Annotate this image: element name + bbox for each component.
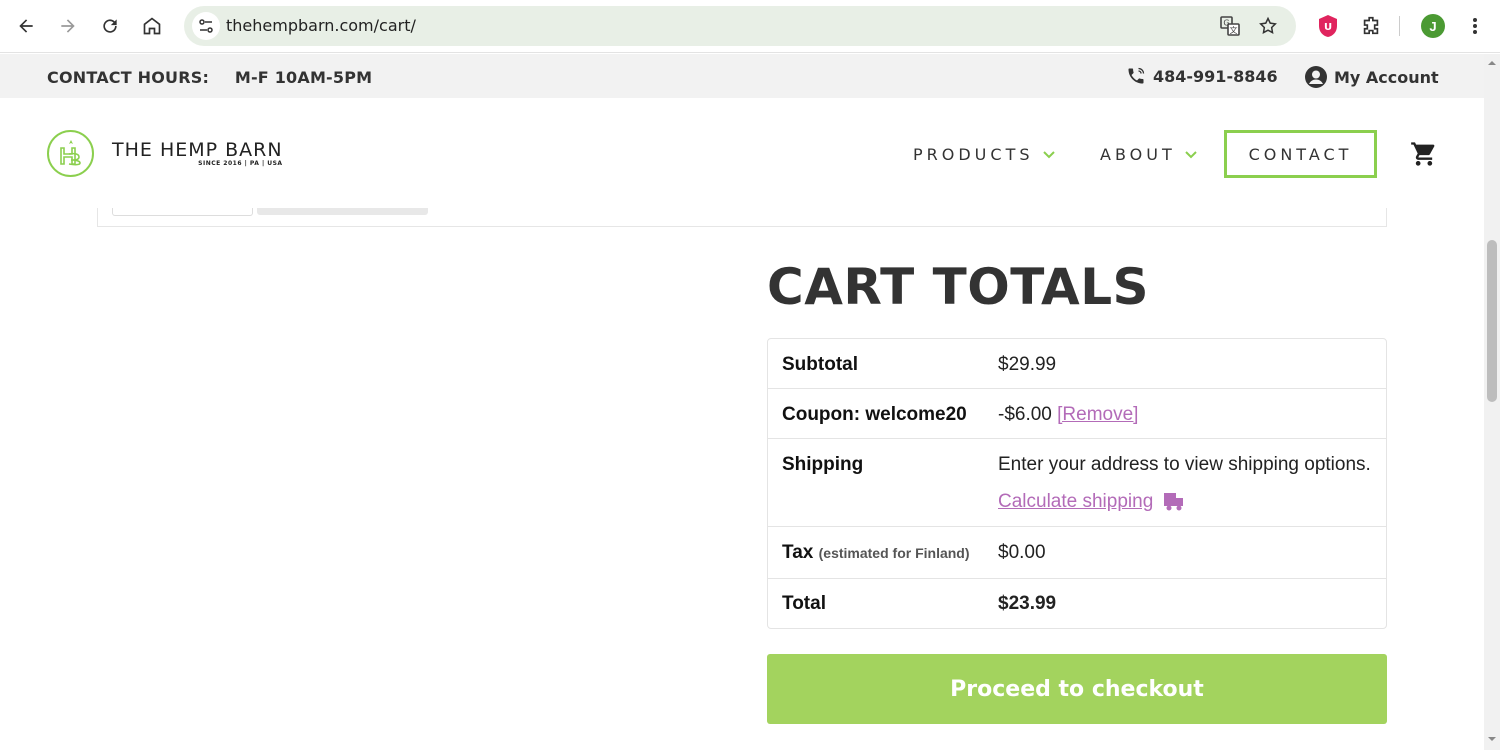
nav-products[interactable]: PRODUCTS [913,145,1056,164]
scroll-up-arrow-icon[interactable] [1487,58,1497,68]
total-value: $23.99 [998,593,1057,614]
contact-hours-value: M-F 10AM-5PM [234,68,373,87]
reload-button[interactable] [96,12,124,40]
nav-about-label: ABOUT [1100,145,1176,164]
translate-icon[interactable]: 文G [1219,15,1241,37]
cart-totals-table: Subtotal $29.99 Coupon: welcome20 -$6.00… [767,338,1387,629]
top-info-bar: CONTACT HOURS: M-F 10AM-5PM 484-991-8846… [0,54,1484,98]
site-settings-icon[interactable] [192,12,220,40]
chevron-down-icon [1185,150,1197,158]
address-bar[interactable]: thehempbarn.com/cart/ 文G [184,6,1296,46]
profile-avatar[interactable]: J [1421,14,1445,38]
site-logo[interactable]: THE HEMP BARN SINCE 2016 | PA | USA [47,130,283,177]
browser-menu-icon[interactable] [1462,13,1488,39]
shipping-label: Shipping [782,454,864,475]
contact-hours-label: CONTACT HOURS: [47,68,210,87]
cart-totals-title: CART TOTALS [767,258,1150,316]
svg-text:U: U [1324,22,1332,33]
scroll-down-arrow-icon[interactable] [1487,734,1497,744]
logo-text: THE HEMP BARN SINCE 2016 | PA | USA [112,140,283,167]
reload-icon [103,19,117,33]
back-arrow-icon [19,19,33,33]
ublock-extension-icon[interactable]: U [1315,13,1341,39]
svg-text:文: 文 [1230,25,1238,35]
calculate-shipping-label: Calculate shipping [998,491,1154,512]
coupon-row: Coupon: welcome20 -$6.00 [Remove] [768,389,1386,439]
logo-tagline: SINCE 2016 | PA | USA [198,160,283,167]
my-account-label: My Account [1334,67,1439,87]
proceed-to-checkout-button[interactable]: Proceed to checkout [767,654,1387,724]
user-circle-icon [1305,66,1327,88]
tax-value: $0.00 [998,542,1046,563]
page-scrollbar[interactable] [1484,54,1500,750]
extensions-puzzle-icon[interactable] [1358,13,1384,39]
scrollbar-thumb[interactable] [1487,240,1497,402]
tax-row: Tax (estimated for Finland) $0.00 [768,527,1386,579]
tax-note: (estimated for Finland) [818,545,970,561]
calculate-shipping-link[interactable]: Calculate shipping [998,491,1185,513]
tax-label-group: Tax (estimated for Finland) [782,542,970,564]
home-button[interactable] [138,12,166,40]
svg-text:G: G [1223,19,1229,28]
nav-contact-label: CONTACT [1248,144,1353,164]
subtotal-row: Subtotal $29.99 [768,339,1386,389]
previous-input-remnant [112,208,253,216]
nav-products-label: PRODUCTS [913,145,1034,164]
total-row: Total $23.99 [768,579,1386,628]
contact-hours: CONTACT HOURS: M-F 10AM-5PM [47,68,372,87]
coupon-label: Coupon: welcome20 [782,404,967,425]
subtotal-value: $29.99 [998,354,1057,375]
shipping-row: Shipping Enter your address to view ship… [768,439,1386,527]
subtotal-label: Subtotal [782,354,858,375]
shipping-text: Enter your address to view shipping opti… [998,454,1371,475]
shopping-cart-icon[interactable] [1409,140,1439,168]
hemp-leaf-logo-icon [47,130,94,177]
my-account-link[interactable]: My Account [1304,65,1439,89]
previous-button-remnant [257,208,428,215]
coupon-value-group: -$6.00 [Remove] [998,404,1138,426]
logo-name: THE HEMP BARN [112,139,283,161]
truck-icon [1164,493,1184,511]
tax-label: Tax [782,542,814,563]
nav-about[interactable]: ABOUT [1100,145,1198,164]
forward-button[interactable] [54,12,82,40]
site-header: THE HEMP BARN SINCE 2016 | PA | USA PROD… [0,98,1484,208]
back-button[interactable] [12,12,40,40]
phone-link[interactable]: 484-991-8846 [1125,66,1278,86]
home-icon [143,17,161,35]
phone-number: 484-991-8846 [1153,66,1278,86]
chevron-down-icon [1042,150,1055,158]
forward-arrow-icon [61,19,75,33]
browser-toolbar: thehempbarn.com/cart/ 文G U J [0,0,1500,53]
toolbar-divider [1399,16,1400,36]
coupon-value: -$6.00 [998,404,1052,425]
total-label: Total [782,593,826,614]
nav-contact-button[interactable]: CONTACT [1224,130,1377,178]
bookmark-star-icon[interactable] [1257,15,1279,37]
phone-icon [1128,67,1145,84]
remove-coupon-link[interactable]: [Remove] [1057,404,1138,425]
url-text[interactable]: thehempbarn.com/cart/ [226,16,416,35]
